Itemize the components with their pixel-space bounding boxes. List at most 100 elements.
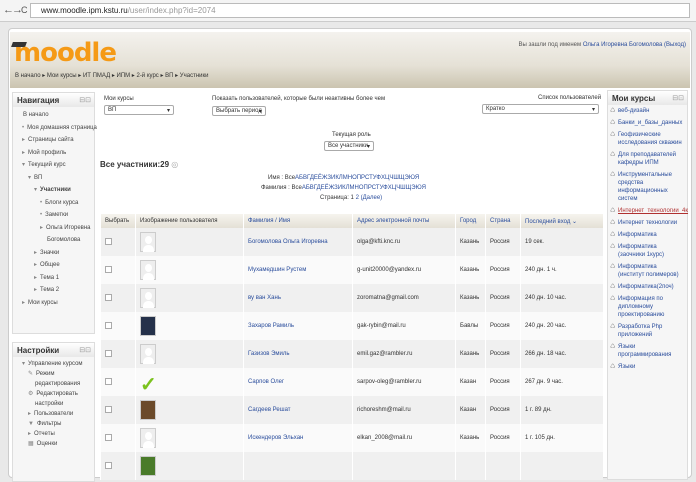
- address-bar[interactable]: www.moodle.ipm.kstu.ru/user/index.php?id…: [30, 3, 690, 18]
- settings-item[interactable]: ▦ Оценки: [16, 439, 91, 449]
- block-controls-icon[interactable]: ⊟⊡: [79, 96, 91, 104]
- user-name-link[interactable]: Сагдеев Решат: [248, 407, 291, 413]
- course-link[interactable]: Языки программирования: [608, 341, 687, 361]
- user-name-link[interactable]: Искендеров Эльхан: [248, 435, 303, 441]
- course-link[interactable]: Информатика: [608, 229, 687, 241]
- role-select[interactable]: Все участники ▾: [324, 141, 374, 151]
- course-link[interactable]: Разработка Php приложений: [608, 321, 687, 341]
- course-link[interactable]: Интернет_технологии_4к: [608, 205, 688, 217]
- course-link[interactable]: Банки_и_базы_данных: [608, 117, 687, 129]
- course-link[interactable]: веб-дизайн: [608, 105, 687, 117]
- navigation-item[interactable]: • Заметки: [16, 209, 91, 222]
- user-link[interactable]: Ольга Игоревна Богомолова: [583, 42, 663, 48]
- settings-item[interactable]: ▸ Отчеты: [16, 429, 91, 439]
- settings-item[interactable]: редактирования: [16, 379, 91, 389]
- firstname-all[interactable]: Все: [285, 175, 295, 181]
- user-avatar[interactable]: [140, 428, 156, 448]
- select-checkbox[interactable]: [105, 237, 112, 245]
- course-link[interactable]: Геофизические исследования скважин: [608, 129, 687, 149]
- block-controls-icon[interactable]: ⊟⊡: [672, 94, 684, 102]
- navigation-item[interactable]: ▸ Страницы сайта: [16, 134, 91, 147]
- table-row: Захаров Рамиль gak-rybin@mail.ru Бавлы Р…: [100, 312, 603, 340]
- user-name-link[interactable]: Захаров Рамиль: [248, 323, 294, 329]
- help-icon[interactable]: ◎: [171, 160, 178, 169]
- user-country: Россия: [485, 396, 521, 424]
- moodle-logo[interactable]: moodle: [14, 38, 117, 68]
- user-name-link[interactable]: ву ван Хань: [248, 295, 281, 301]
- navigation-item[interactable]: ▸ Мой профиль: [16, 147, 91, 160]
- navigation-item[interactable]: ▸ Значки: [16, 247, 91, 260]
- select-checkbox[interactable]: [105, 377, 112, 385]
- course-link[interactable]: Инструментальные средства информационных…: [608, 169, 687, 205]
- breadcrumb[interactable]: В начало ▸ Мои курсы ▸ ИТ ПМАД ▸ ИПМ ▸ 2…: [15, 72, 208, 79]
- course-link[interactable]: Информатика(2поч): [608, 281, 687, 293]
- navigation-item[interactable]: ▸ Тема 1: [16, 272, 91, 285]
- settings-item-label: настройки: [35, 401, 64, 407]
- user-avatar[interactable]: [140, 456, 156, 476]
- user-email: zoromatna@gmail.com: [352, 284, 456, 312]
- select-checkbox[interactable]: [105, 293, 112, 301]
- select-checkbox[interactable]: [105, 461, 112, 469]
- settings-item[interactable]: ▼ Фильтры: [16, 419, 91, 429]
- col-last-access[interactable]: Последний вход ⌄: [520, 214, 603, 228]
- col-email[interactable]: Адрес электронной почты: [352, 214, 456, 228]
- col-name[interactable]: Фамилия / Имя: [243, 214, 353, 228]
- navigation-item[interactable]: ▸ Ольга Игоревна: [16, 222, 91, 235]
- user-name-link[interactable]: Мухамедшин Рустем: [248, 267, 306, 273]
- col-city[interactable]: Город: [455, 214, 486, 228]
- navigation-item[interactable]: ▾ ВП: [16, 172, 91, 185]
- course-link[interactable]: Интернет технологии: [608, 217, 687, 229]
- user-avatar[interactable]: [140, 232, 156, 252]
- select-checkbox[interactable]: [105, 265, 112, 273]
- navigation-item[interactable]: ▸ Тема 2: [16, 284, 91, 297]
- user-avatar[interactable]: [140, 344, 156, 364]
- surname-letters[interactable]: АБВГДЕЁЖЗИКЛМНОПРСТУФХЦЧШЩЭЮЯ: [302, 185, 426, 191]
- navigation-item[interactable]: • Моя домашняя страница: [16, 122, 97, 135]
- course-link[interactable]: Языки: [608, 361, 687, 373]
- user-avatar[interactable]: ✓: [140, 372, 157, 396]
- user-name-link[interactable]: Богомолова Ольга Игоревна: [248, 239, 328, 245]
- logout-link[interactable]: (Выход): [664, 42, 686, 48]
- user-avatar[interactable]: [140, 288, 156, 308]
- user-avatar[interactable]: [140, 400, 156, 420]
- navigation-item[interactable]: В начало: [16, 109, 91, 122]
- user-name-link[interactable]: Сарпов Олег: [248, 379, 284, 385]
- settings-item[interactable]: ✎ Режим: [16, 369, 91, 379]
- my-courses-select[interactable]: ВП ▾: [104, 105, 174, 115]
- settings-item-label: Оценки: [36, 441, 58, 447]
- course-link[interactable]: Информатика (заочники 1курс): [608, 241, 687, 261]
- settings-item[interactable]: ▾ Управление курсом: [16, 359, 91, 369]
- navigation-item[interactable]: ▾ Участники: [16, 184, 91, 197]
- navigation-item[interactable]: ▾ Текущий курс: [16, 159, 91, 172]
- navigation-item[interactable]: • Блоги курса: [16, 197, 91, 210]
- course-link[interactable]: Информатика (институт полимеров): [608, 261, 687, 281]
- settings-item[interactable]: настройки: [16, 399, 91, 409]
- user-country: Россия: [485, 340, 521, 368]
- navigation-item[interactable]: ▸ Мои курсы: [16, 297, 91, 310]
- surname-all[interactable]: Все: [291, 185, 301, 191]
- collapsed-icon: ▸: [34, 287, 38, 293]
- select-checkbox[interactable]: [105, 405, 112, 413]
- course-link[interactable]: Для преподавателей кафедры ИПМ: [608, 149, 687, 169]
- firstname-letters[interactable]: АБВГДЕЁЖЗИКЛМНОПРСТУФХЦЧШЩЭЮЯ: [295, 175, 419, 181]
- select-checkbox[interactable]: [105, 321, 112, 329]
- user-name-link[interactable]: Газизов Эмиль: [248, 351, 290, 357]
- user-avatar[interactable]: [140, 316, 156, 336]
- course-link[interactable]: Информация по дипломному проектированию: [608, 293, 687, 321]
- select-checkbox[interactable]: [105, 349, 112, 357]
- settings-item[interactable]: ⚙ Редактировать: [16, 389, 91, 399]
- user-list-select[interactable]: Кратко ▾: [482, 104, 599, 114]
- select-checkbox[interactable]: [105, 433, 112, 441]
- reload-icon[interactable]: C: [21, 5, 28, 15]
- page-2-link[interactable]: 2: [356, 195, 359, 201]
- navigation-item[interactable]: Богомолова: [16, 234, 91, 247]
- inactive-period-value: Выбрать период: [216, 108, 262, 114]
- block-controls-icon[interactable]: ⊟⊡: [79, 346, 91, 354]
- settings-item[interactable]: ▸ Пользователи: [16, 409, 91, 419]
- navigation-item[interactable]: ▸ Общее: [16, 259, 91, 272]
- inactive-period-select[interactable]: Выбрать период ▾: [212, 106, 266, 116]
- navigation-block: Навигация ⊟⊡ В начало • Моя домашняя страни…: [12, 92, 97, 334]
- user-avatar[interactable]: [140, 260, 156, 280]
- next-page-link[interactable]: (Далее): [361, 195, 383, 201]
- col-country[interactable]: Страна: [485, 214, 521, 228]
